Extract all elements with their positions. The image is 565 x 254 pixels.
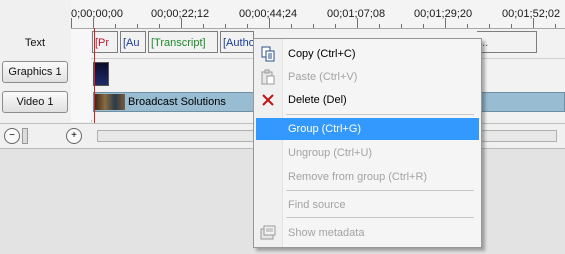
- menu-item-label: Paste (Ctrl+V): [288, 71, 358, 83]
- menu-item-label: Ungroup (Ctrl+U): [288, 147, 373, 159]
- text-clip-trailing[interactable]: ...: [477, 31, 537, 53]
- text-clip[interactable]: [Au: [120, 31, 146, 53]
- text-clip[interactable]: [Transcript]: [148, 31, 218, 53]
- menu-separator: [286, 114, 474, 115]
- track-button-graphics-1[interactable]: Graphics 1: [2, 61, 68, 83]
- zoom-slider[interactable]: [22, 128, 28, 144]
- menu-item-label: Remove from group (Ctrl+R): [288, 171, 428, 183]
- track-header-video: Video 1: [0, 89, 70, 120]
- text-clip[interactable]: [Pr: [92, 31, 118, 53]
- context-menu: Copy (Ctrl+C) Paste (Ctrl+V) Delete (Del…: [253, 38, 482, 248]
- graphics-clip[interactable]: [93, 62, 109, 86]
- delete-icon: [260, 92, 276, 108]
- menu-item-ungroup[interactable]: Ungroup (Ctrl+U): [256, 142, 479, 164]
- menu-separator: [286, 217, 474, 218]
- ruler-label: 00;01;52;02: [502, 8, 561, 20]
- track-header-text: Text: [0, 29, 70, 58]
- track-label-text: Text: [24, 37, 46, 49]
- menu-item-copy[interactable]: Copy (Ctrl+C): [256, 43, 479, 65]
- track-header-graphics: Graphics 1: [0, 59, 70, 89]
- video-clip-title: Broadcast Solutions: [128, 96, 226, 108]
- menu-item-label: Copy (Ctrl+C): [288, 48, 356, 60]
- menu-item-paste[interactable]: Paste (Ctrl+V): [256, 66, 479, 88]
- video-thumbnail: [95, 94, 125, 110]
- menu-item-label: Show metadata: [288, 227, 365, 239]
- text-clip[interactable]: [Autho: [220, 31, 254, 53]
- zoom-out-icon[interactable]: −: [4, 128, 20, 144]
- menu-item-group[interactable]: Group (Ctrl+G): [256, 118, 479, 140]
- track-button-video-1[interactable]: Video 1: [2, 91, 68, 113]
- track-gap-column: [71, 29, 92, 122]
- menu-separator: [286, 190, 474, 191]
- time-ruler[interactable]: 0;00;00;00 00;00;22;12 00;00;44;24 00;01…: [71, 0, 565, 29]
- menu-item-label: Find source: [288, 199, 346, 211]
- playhead[interactable]: [94, 28, 95, 123]
- menu-item-find-source[interactable]: Find source: [256, 194, 479, 216]
- menu-item-remove-from-group[interactable]: Remove from group (Ctrl+R): [256, 166, 479, 188]
- metadata-icon: [260, 225, 276, 241]
- copy-icon: [260, 46, 276, 62]
- paste-icon: [260, 69, 276, 85]
- ruler-label: 00;01;29;20: [414, 8, 473, 20]
- menu-item-label: Group (Ctrl+G): [288, 123, 362, 135]
- ruler-label: 0;00;00;00: [71, 8, 123, 20]
- menu-item-delete[interactable]: Delete (Del): [256, 89, 479, 111]
- menu-item-label: Delete (Del): [288, 94, 347, 106]
- zoom-in-icon[interactable]: +: [66, 128, 82, 144]
- menu-item-show-metadata[interactable]: Show metadata: [256, 222, 479, 244]
